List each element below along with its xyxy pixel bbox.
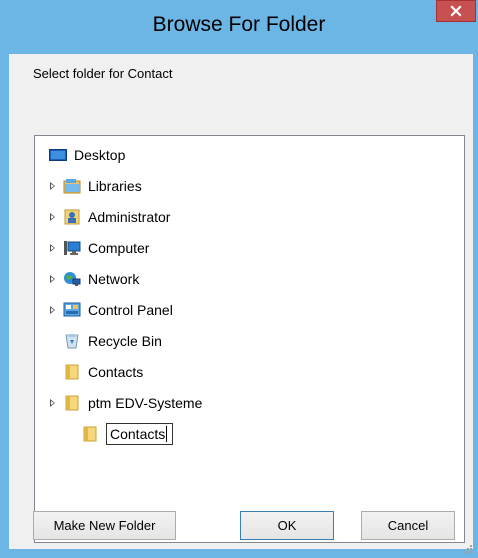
tree-item-label: Desktop — [74, 147, 126, 163]
control-panel-icon — [63, 302, 81, 317]
expand-arrow-icon[interactable] — [50, 182, 55, 190]
desktop-icon — [49, 149, 67, 161]
tree-item-libraries[interactable]: Libraries — [50, 173, 142, 199]
dialog-prompt: Select folder for Contact — [33, 66, 173, 81]
expand-arrow-icon[interactable] — [50, 213, 55, 221]
close-icon — [450, 5, 462, 17]
tree-item-label: ptm EDV-Systeme — [88, 395, 203, 411]
expand-arrow-icon[interactable] — [50, 244, 55, 252]
tree-item-desktop[interactable]: Desktop — [49, 142, 125, 168]
tree-item-label: Administrator — [88, 209, 171, 225]
tree-item-recycle-bin[interactable]: Recycle Bin — [63, 328, 162, 354]
recycle-bin-icon — [65, 334, 79, 349]
folder-tree[interactable]: Desktop Libraries Administrator Computer… — [34, 135, 465, 543]
close-button[interactable] — [436, 0, 476, 22]
tree-item-new-folder[interactable]: Contacts — [81, 421, 174, 447]
browse-for-folder-dialog: Browse For Folder Select folder for Cont… — [0, 0, 478, 558]
tree-item-ptm-edv-systeme[interactable]: ptm EDV-Systeme — [50, 390, 203, 416]
cancel-button[interactable]: Cancel — [361, 511, 455, 540]
tree-item-label: Computer — [88, 240, 150, 256]
user-folder-icon — [64, 209, 80, 225]
tree-item-contacts[interactable]: Contacts — [63, 359, 143, 385]
make-new-folder-button[interactable]: Make New Folder — [33, 511, 176, 540]
text-cursor — [166, 426, 168, 442]
dialog-title: Browse For Folder — [152, 13, 326, 36]
expand-arrow-icon[interactable] — [50, 306, 55, 314]
folder-icon — [65, 364, 79, 380]
rename-input[interactable]: Contacts — [106, 423, 174, 445]
tree-item-computer[interactable]: Computer — [50, 235, 150, 261]
ok-button[interactable]: OK — [240, 511, 334, 540]
tree-item-label: Contacts — [88, 364, 144, 380]
expand-arrow-icon[interactable] — [50, 399, 55, 407]
dialog-body: Select folder for Contact Desktop Librar… — [9, 54, 473, 549]
folder-icon — [83, 426, 97, 442]
resize-grip-icon[interactable] — [463, 544, 473, 554]
tree-item-control-panel[interactable]: Control Panel — [50, 297, 173, 323]
rename-input-value: Contacts — [110, 426, 166, 442]
tree-item-label: Network — [88, 271, 140, 287]
tree-item-network[interactable]: Network — [50, 266, 140, 292]
folder-icon — [65, 395, 79, 411]
network-icon — [64, 272, 81, 286]
tree-item-label: Control Panel — [88, 302, 173, 318]
libraries-icon — [63, 179, 81, 194]
expand-arrow-icon[interactable] — [50, 275, 55, 283]
tree-item-label: Recycle Bin — [88, 333, 162, 349]
tree-item-label: Libraries — [88, 178, 142, 194]
tree-item-administrator[interactable]: Administrator — [50, 204, 171, 230]
title-bar[interactable]: Browse For Folder — [0, 0, 478, 54]
computer-icon — [64, 241, 81, 255]
